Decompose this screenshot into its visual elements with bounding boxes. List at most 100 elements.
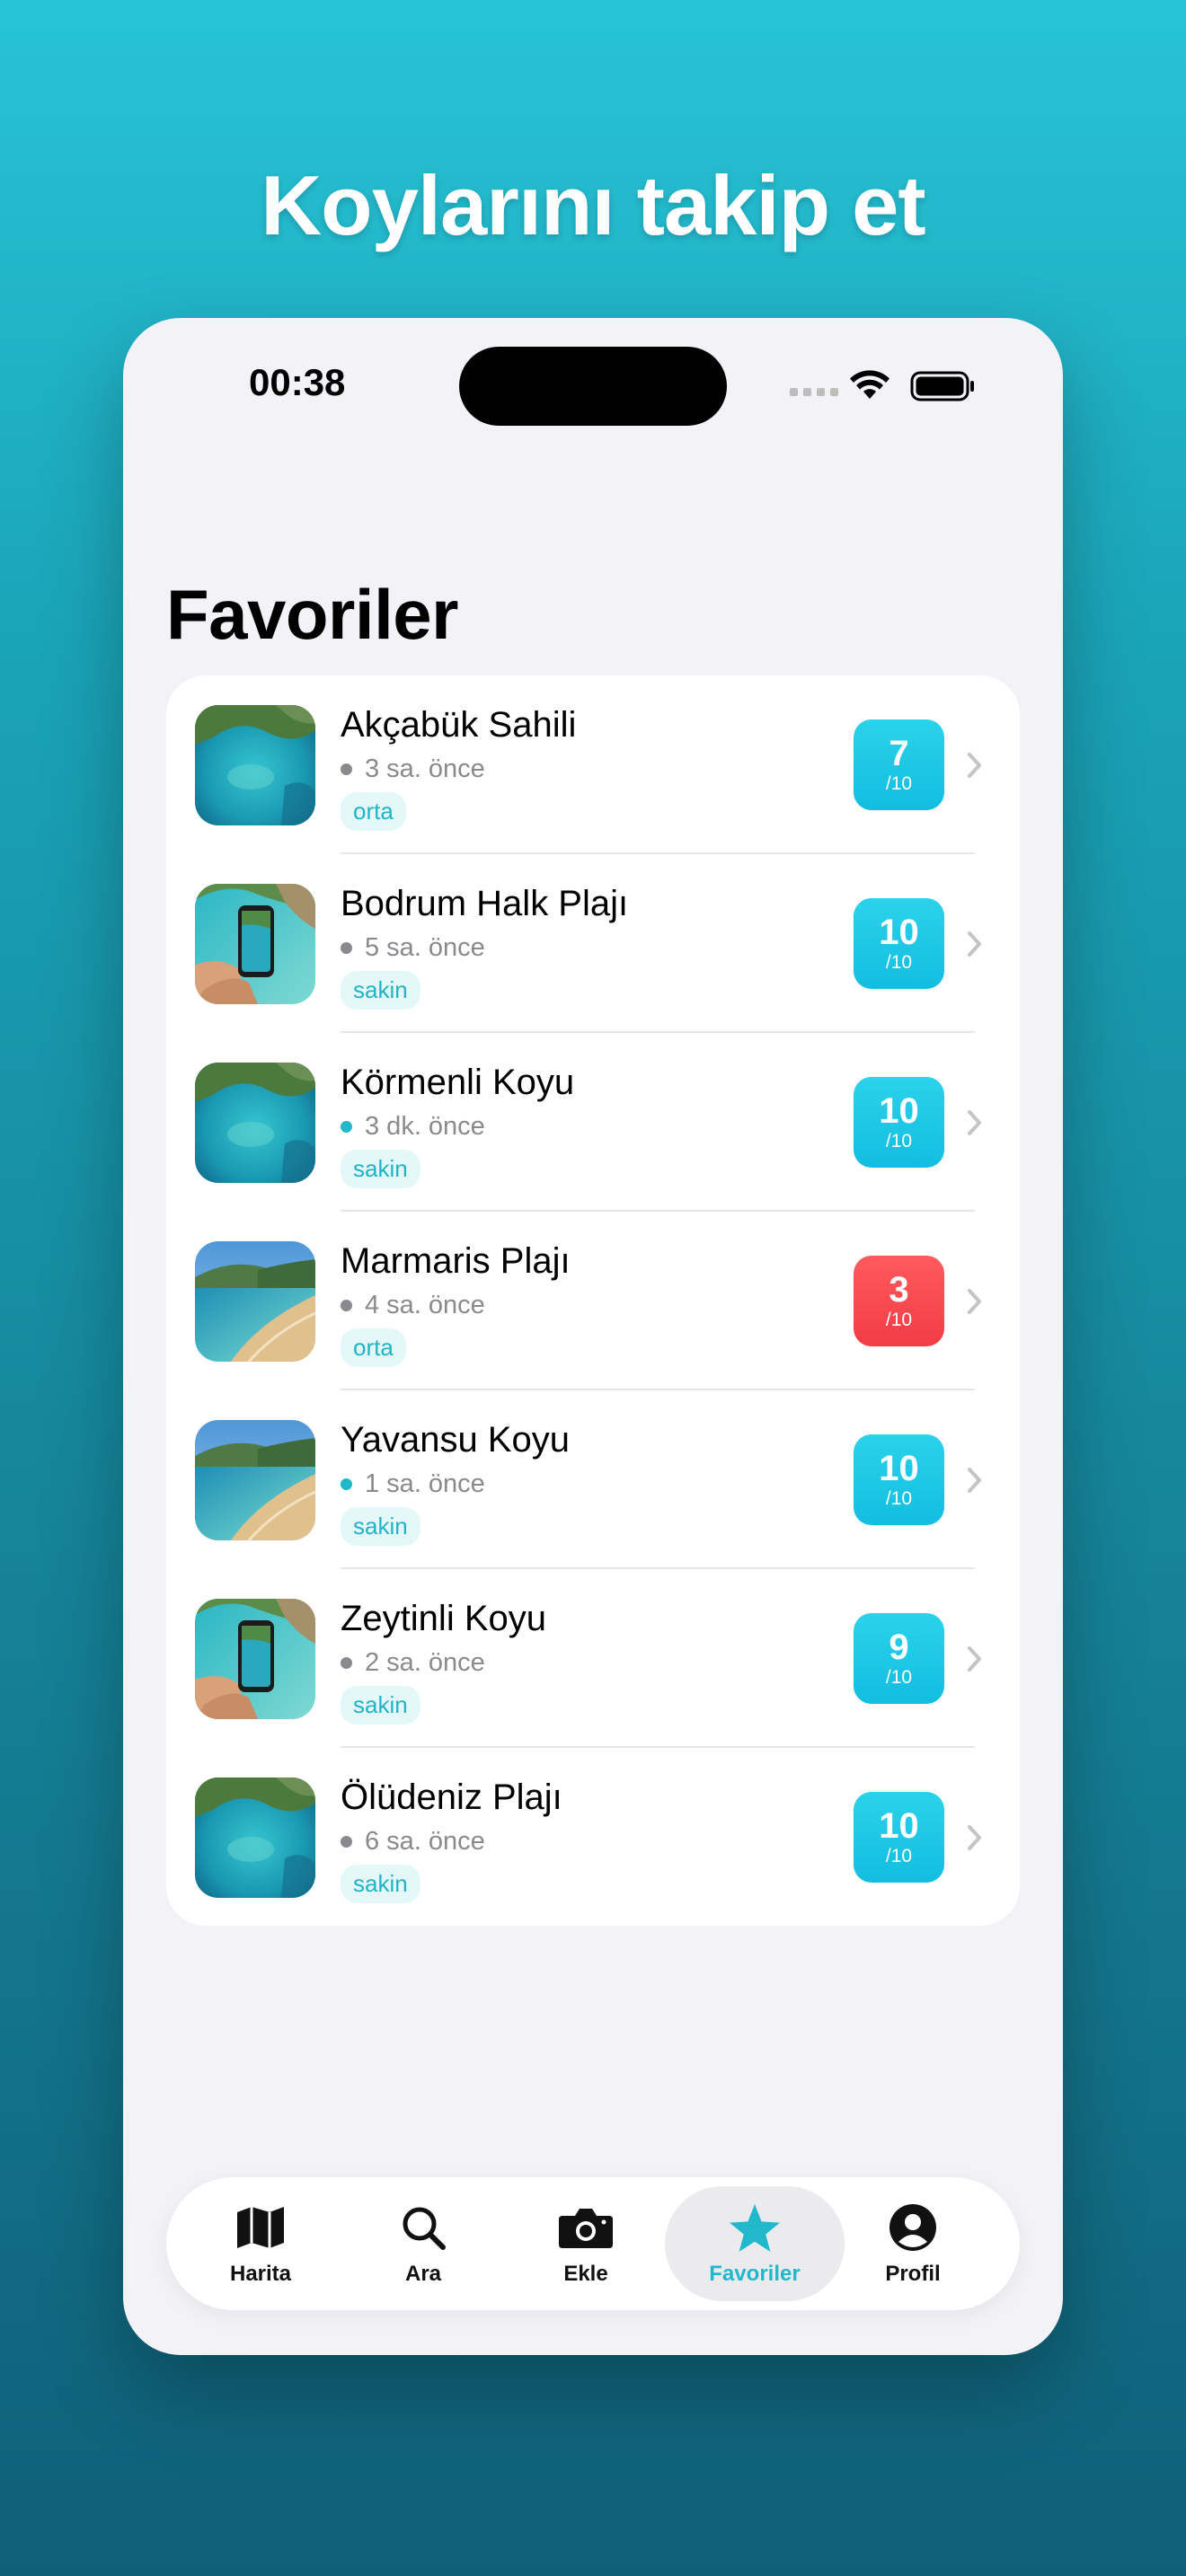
phone-screen: 00:38 Favoriler Akçabük Sahili 3 sa. önc… bbox=[123, 318, 1063, 2355]
battery-icon bbox=[910, 371, 974, 401]
crowd-tag: orta bbox=[341, 1328, 406, 1367]
chevron-right-icon bbox=[968, 931, 981, 957]
crowd-tag: sakin bbox=[341, 1686, 420, 1725]
favorite-row[interactable]: Yavansu Koyu 1 sa. önce sakin 10 /10 bbox=[166, 1390, 1020, 1569]
crowd-tag: sakin bbox=[341, 1507, 420, 1546]
favorite-row[interactable]: Akçabük Sahili 3 sa. önce orta 7 /10 bbox=[166, 675, 1020, 854]
freshness-dot-icon bbox=[341, 1657, 352, 1669]
score-badge: 9 /10 bbox=[854, 1613, 944, 1704]
score-badge: 10 /10 bbox=[854, 1077, 944, 1168]
tab-harita[interactable]: Harita bbox=[179, 2186, 342, 2301]
wifi-icon bbox=[850, 370, 890, 399]
score-value: 10 bbox=[879, 1090, 919, 1131]
beach-thumbnail bbox=[195, 884, 315, 1004]
score-badge: 10 /10 bbox=[854, 898, 944, 989]
page-title: Favoriler bbox=[166, 575, 458, 654]
crowd-tag: sakin bbox=[341, 1865, 420, 1903]
updated-time: 3 sa. önce bbox=[341, 754, 485, 784]
beach-thumbnail bbox=[195, 1778, 315, 1898]
score-max: /10 bbox=[885, 1130, 913, 1151]
updated-time: 5 sa. önce bbox=[341, 933, 485, 963]
tab-favoriler[interactable]: Favoriler bbox=[665, 2186, 845, 2301]
score-badge: 7 /10 bbox=[854, 719, 944, 810]
updated-ago-label: 6 sa. önce bbox=[365, 1827, 485, 1856]
beach-name: Körmenli Koyu bbox=[341, 1063, 575, 1102]
tab-label: Favoriler bbox=[709, 2262, 801, 2286]
updated-ago-label: 2 sa. önce bbox=[365, 1648, 485, 1677]
beach-thumbnail bbox=[195, 1063, 315, 1183]
freshness-dot-icon bbox=[341, 1300, 352, 1311]
updated-time: 6 sa. önce bbox=[341, 1827, 485, 1857]
score-max: /10 bbox=[885, 1666, 913, 1688]
freshness-dot-icon bbox=[341, 1836, 352, 1848]
beach-name: Ölüdeniz Plajı bbox=[341, 1778, 562, 1817]
tab-label: Ekle bbox=[563, 2262, 608, 2286]
beach-thumbnail bbox=[195, 1241, 315, 1362]
dynamic-island bbox=[459, 347, 727, 426]
chevron-right-icon bbox=[968, 1646, 981, 1672]
score-value: 10 bbox=[879, 912, 919, 952]
beach-name: Yavansu Koyu bbox=[341, 1420, 570, 1460]
score-value: 7 bbox=[889, 733, 909, 773]
crowd-tag: sakin bbox=[341, 971, 420, 1010]
favorite-row[interactable]: Zeytinli Koyu 2 sa. önce sakin 9 /10 bbox=[166, 1569, 1020, 1748]
tab-profil[interactable]: Profil bbox=[831, 2186, 995, 2301]
map-icon bbox=[235, 2202, 286, 2253]
updated-ago-label: 4 sa. önce bbox=[365, 1291, 485, 1319]
beach-name: Marmaris Plajı bbox=[341, 1241, 571, 1281]
headline: Koylarını takip et bbox=[261, 158, 925, 252]
tab-label: Ara bbox=[404, 2262, 442, 2286]
chevron-right-icon bbox=[968, 1110, 981, 1135]
camera-icon bbox=[557, 2202, 615, 2253]
score-badge: 10 /10 bbox=[854, 1792, 944, 1883]
score-value: 3 bbox=[889, 1269, 909, 1310]
score-value: 10 bbox=[879, 1448, 919, 1488]
cellular-signal-icon bbox=[790, 388, 838, 396]
updated-ago-label: 5 sa. önce bbox=[365, 933, 485, 962]
tab-label: Profil bbox=[885, 2262, 941, 2286]
tab-label: Harita bbox=[229, 2262, 292, 2286]
updated-time: 1 sa. önce bbox=[341, 1469, 485, 1499]
score-value: 10 bbox=[879, 1805, 919, 1846]
score-max: /10 bbox=[885, 1309, 913, 1330]
chevron-right-icon bbox=[968, 1468, 981, 1493]
chevron-right-icon bbox=[968, 1825, 981, 1850]
freshness-dot-icon bbox=[341, 942, 352, 954]
score-badge: 10 /10 bbox=[854, 1434, 944, 1525]
search-icon bbox=[398, 2202, 448, 2253]
updated-time: 4 sa. önce bbox=[341, 1291, 485, 1320]
updated-time: 3 dk. önce bbox=[341, 1112, 485, 1142]
status-time: 00:38 bbox=[249, 361, 346, 403]
updated-ago-label: 1 sa. önce bbox=[365, 1469, 485, 1498]
favorite-row[interactable]: Ölüdeniz Plajı 6 sa. önce sakin 10 /10 bbox=[166, 1748, 1020, 1926]
tab-bar: Harita Ara Ekle Favoriler Profil bbox=[166, 2177, 1020, 2310]
chevron-right-icon bbox=[968, 753, 981, 778]
score-max: /10 bbox=[885, 1845, 913, 1866]
updated-ago-label: 3 sa. önce bbox=[365, 754, 485, 783]
profile-icon bbox=[888, 2202, 938, 2253]
freshness-dot-icon bbox=[341, 1121, 352, 1133]
score-value: 9 bbox=[889, 1627, 909, 1667]
chevron-right-icon bbox=[968, 1289, 981, 1314]
score-max: /10 bbox=[885, 772, 913, 794]
beach-name: Akçabük Sahili bbox=[341, 705, 577, 745]
beach-thumbnail bbox=[195, 1420, 315, 1540]
beach-name: Bodrum Halk Plajı bbox=[341, 884, 629, 923]
tab-ara[interactable]: Ara bbox=[341, 2186, 505, 2301]
freshness-dot-icon bbox=[341, 763, 352, 775]
favorite-row[interactable]: Marmaris Plajı 4 sa. önce orta 3 /10 bbox=[166, 1212, 1020, 1390]
updated-time: 2 sa. önce bbox=[341, 1648, 485, 1678]
updated-ago-label: 3 dk. önce bbox=[365, 1112, 485, 1141]
favorites-list: Akçabük Sahili 3 sa. önce orta 7 /10 Bod… bbox=[166, 675, 1020, 1926]
freshness-dot-icon bbox=[341, 1478, 352, 1490]
favorite-row[interactable]: Bodrum Halk Plajı 5 sa. önce sakin 10 /1… bbox=[166, 854, 1020, 1033]
favorite-row[interactable]: Körmenli Koyu 3 dk. önce sakin 10 /10 bbox=[166, 1033, 1020, 1212]
star-icon bbox=[728, 2202, 782, 2253]
tab-ekle[interactable]: Ekle bbox=[504, 2186, 668, 2301]
beach-thumbnail bbox=[195, 1599, 315, 1719]
beach-name: Zeytinli Koyu bbox=[341, 1599, 546, 1638]
crowd-tag: orta bbox=[341, 792, 406, 831]
score-badge: 3 /10 bbox=[854, 1256, 944, 1346]
beach-thumbnail bbox=[195, 705, 315, 825]
status-bar: 00:38 bbox=[123, 318, 1063, 444]
